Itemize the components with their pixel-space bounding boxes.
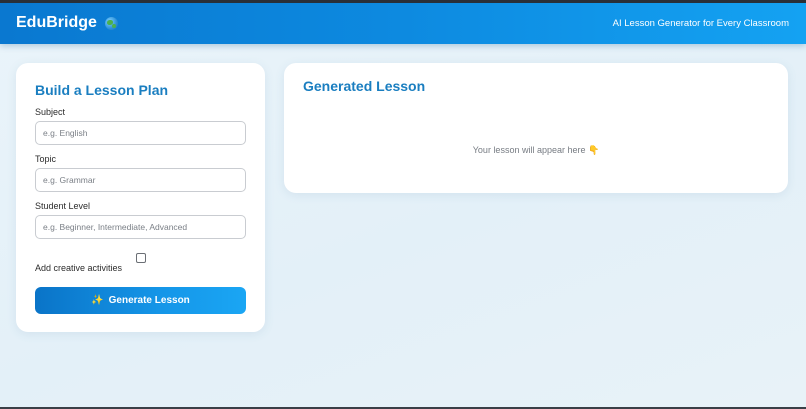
lesson-placeholder-text: Your lesson will appear here bbox=[472, 145, 586, 155]
result-title: Generated Lesson bbox=[303, 78, 426, 94]
app-header: EduBridge AI Lesson Generator for Every … bbox=[0, 3, 806, 44]
header-tagline: AI Lesson Generator for Every Classroom bbox=[612, 18, 789, 29]
topic-label: Topic bbox=[35, 154, 57, 164]
brand: EduBridge bbox=[16, 14, 118, 32]
topic-input[interactable] bbox=[35, 168, 246, 192]
sparkles-icon: ✨ bbox=[91, 295, 104, 306]
subject-input[interactable] bbox=[35, 121, 246, 145]
pointing-down-hand-icon: 👇 bbox=[588, 145, 600, 155]
globe-icon bbox=[104, 16, 118, 30]
lesson-placeholder: Your lesson will appear here 👇 bbox=[284, 145, 788, 156]
subject-label: Subject bbox=[35, 107, 66, 117]
lesson-form-card: Build a Lesson Plan Subject Topic Studen… bbox=[16, 63, 265, 332]
student-level-label: Student Level bbox=[35, 201, 91, 211]
generated-lesson-card: Generated Lesson Your lesson will appear… bbox=[284, 63, 788, 193]
creative-activities-checkbox[interactable] bbox=[136, 253, 146, 263]
brand-name: EduBridge bbox=[16, 14, 97, 31]
creative-activities-label: Add creative activities bbox=[35, 263, 123, 273]
generate-lesson-button[interactable]: ✨ Generate Lesson bbox=[35, 287, 246, 314]
form-title: Build a Lesson Plan bbox=[35, 82, 169, 98]
generate-lesson-label: Generate Lesson bbox=[108, 295, 190, 306]
student-level-input[interactable] bbox=[35, 215, 246, 239]
